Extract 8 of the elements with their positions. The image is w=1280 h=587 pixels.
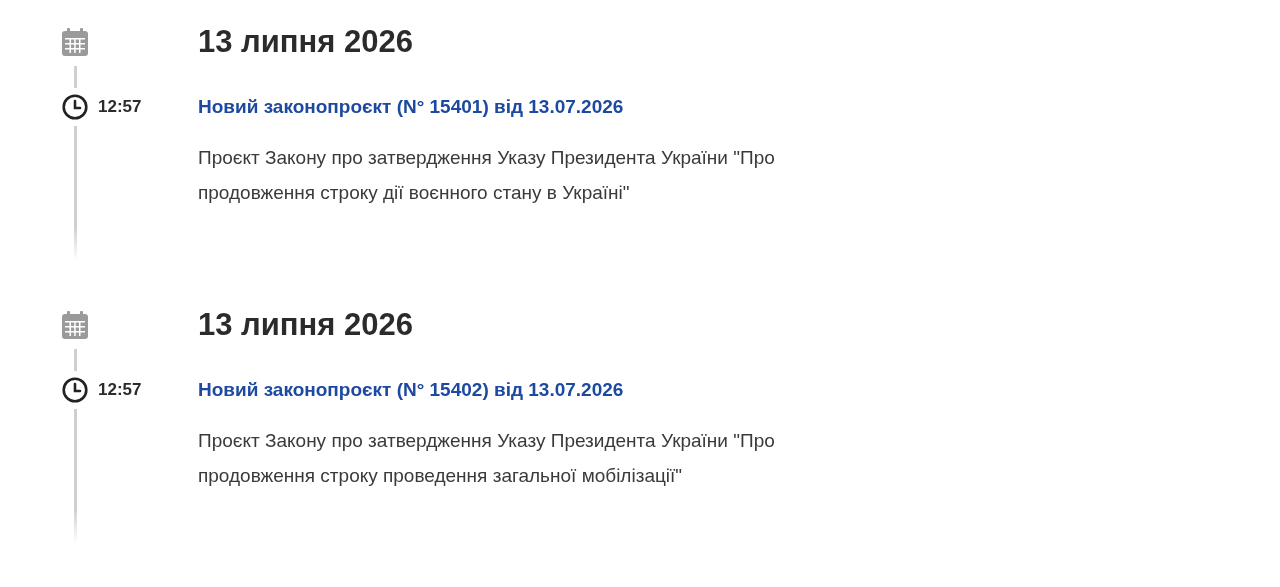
time-label: 12:57 — [98, 379, 142, 400]
bill-link[interactable]: Новий законопроєкт (N° 15401) від 13.07.2026 — [198, 96, 624, 118]
bill-link[interactable]: Новий законопроєкт (N° 15402) від 13.07.2026 — [198, 378, 624, 401]
bill-description: Проєкт Закону про затвердження Указу Президента України "Про продовження строку проведення загальної мобілізації" — [198, 428, 776, 488]
time-label: 12:57 — [98, 97, 142, 117]
bill-description: Проєкт Закону про затвердження Указу Президента України "Про продовження строку дії воєнного стану в Україні" — [198, 146, 776, 205]
date-heading: 13 липня 2026 — [198, 23, 414, 61]
date-heading: 13 липня 2026 — [198, 305, 414, 344]
